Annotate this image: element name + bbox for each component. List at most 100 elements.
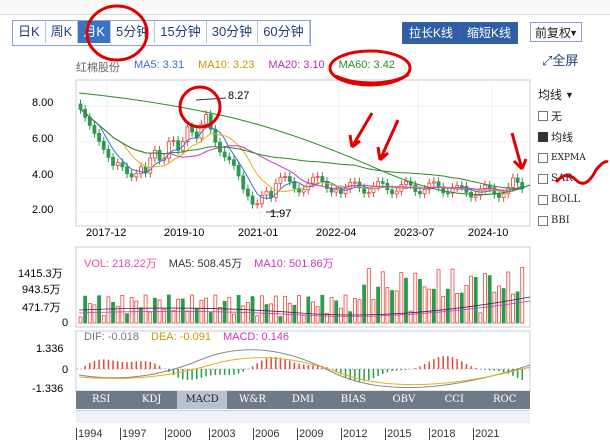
low-price-label: 1.97 xyxy=(270,208,292,220)
volume-bar xyxy=(139,307,143,324)
volume-bar xyxy=(385,287,390,324)
volume-bar xyxy=(278,316,283,324)
volume-bar xyxy=(287,302,292,324)
volume-bar xyxy=(218,307,222,324)
annotation-circle xyxy=(85,4,149,62)
tab-cci[interactable]: CCI xyxy=(429,391,479,409)
candle-body xyxy=(255,203,260,206)
volume-bar xyxy=(487,275,492,324)
volume-bar xyxy=(232,313,236,324)
volume-bar xyxy=(473,277,478,324)
volume-bar xyxy=(450,268,455,324)
volume-bar xyxy=(106,296,111,324)
volume-bar xyxy=(111,301,115,324)
volume-bar xyxy=(427,288,432,324)
macd-tick: 0 xyxy=(62,364,69,376)
volume-bar xyxy=(227,296,232,324)
volume-bar xyxy=(194,308,199,324)
timeline-year: 2009 xyxy=(297,428,324,440)
indicator-label: BBI xyxy=(551,215,570,226)
dea-label: DEA: -0.091 xyxy=(151,331,211,343)
volume-bar xyxy=(190,294,195,324)
volume-bar xyxy=(348,311,353,324)
volume-bar xyxy=(497,285,501,324)
tab-wr[interactable]: W&R xyxy=(227,391,277,409)
date-tick: 2017-12 xyxy=(86,227,127,239)
volume-bar xyxy=(92,304,97,324)
timeline-year: 2018 xyxy=(429,428,456,440)
volume-bar xyxy=(343,294,348,324)
volume-bar xyxy=(152,297,157,324)
tab-rsi[interactable]: RSI xyxy=(76,391,126,409)
tab-dmi[interactable]: DMI xyxy=(278,391,328,409)
dif-label: DIF: -0.018 xyxy=(84,331,140,343)
date-tick: 2024-10 xyxy=(468,227,509,239)
checkbox xyxy=(538,215,548,226)
volume-bar xyxy=(338,307,343,324)
timeline-year: 1997 xyxy=(120,428,147,440)
volume-bar xyxy=(436,269,441,324)
volume-bar xyxy=(394,290,399,324)
volume-bar xyxy=(301,314,306,324)
volume-legend: VOL: 218.22万 MA5: 508.45万 MA10: 501.86万 xyxy=(84,255,334,271)
date-tick: 2023-07 xyxy=(394,227,435,239)
volume-bar xyxy=(297,295,301,324)
tab-roc[interactable]: ROC xyxy=(480,391,530,409)
date-tick: 2019-10 xyxy=(164,227,205,239)
volume-bar xyxy=(259,295,264,324)
tab-macd[interactable]: MACD xyxy=(176,391,228,409)
volume-bar xyxy=(101,314,106,324)
timeline: 1994 1997 2000 2003 2006 2009 2012 2015 … xyxy=(76,424,530,442)
volume-bar xyxy=(357,299,362,324)
volume-bar xyxy=(376,286,381,324)
volume-bar xyxy=(492,291,497,324)
tab-obv[interactable]: OBV xyxy=(379,391,429,409)
volume-bar xyxy=(315,306,320,324)
tab-kdj[interactable]: KDJ xyxy=(126,391,176,409)
price-tick: 2.00 xyxy=(32,204,54,216)
date-tick: 2022-04 xyxy=(316,227,357,239)
volume-bar xyxy=(143,294,148,324)
macd-tick: 1.336 xyxy=(36,343,64,355)
volume-bar xyxy=(501,288,506,324)
vol-ma5-label: MA5: 508.45万 xyxy=(168,258,243,270)
volume-bar xyxy=(129,297,134,324)
vol-label: VOL: 218.22万 xyxy=(84,258,157,270)
volume-bar xyxy=(431,288,436,324)
volume-bar xyxy=(204,297,208,324)
volume-bar xyxy=(390,290,394,324)
volume-bar xyxy=(445,288,450,324)
volume-bar xyxy=(120,294,125,324)
indicator-option[interactable]: BBI xyxy=(538,210,610,231)
volume-bar xyxy=(292,304,297,324)
volume-bar xyxy=(422,286,427,324)
volume-bar xyxy=(399,272,404,324)
volume-bar xyxy=(352,298,357,324)
timeline-navigator[interactable] xyxy=(76,410,530,423)
volume-bar xyxy=(125,313,129,324)
volume-bar xyxy=(311,301,315,324)
volume-bar xyxy=(78,316,83,324)
volume-bar xyxy=(283,295,288,324)
volume-bar xyxy=(329,297,334,324)
timeline-year: 2015 xyxy=(385,428,412,440)
timeline-year: 2003 xyxy=(209,428,236,440)
volume-bar xyxy=(362,284,367,324)
timeline-year: 2000 xyxy=(165,428,192,440)
volume-bar xyxy=(418,279,422,324)
volume-bar xyxy=(511,293,515,324)
volume-bar xyxy=(180,298,185,324)
volume-bar xyxy=(273,295,278,324)
volume-bar xyxy=(520,267,525,324)
volume-bar xyxy=(515,291,520,324)
tab-bias[interactable]: BIAS xyxy=(328,391,378,409)
volume-bar xyxy=(464,284,469,324)
volume-bar xyxy=(241,305,246,324)
vol-tick: 1415.3万 xyxy=(18,268,63,280)
timeline-year: 1994 xyxy=(76,428,103,440)
volume-bar xyxy=(483,273,487,324)
volume-bar xyxy=(469,275,474,324)
annotation-scribble xyxy=(554,160,609,185)
volume-bar xyxy=(171,310,176,324)
timeline-year: 2006 xyxy=(253,428,280,440)
